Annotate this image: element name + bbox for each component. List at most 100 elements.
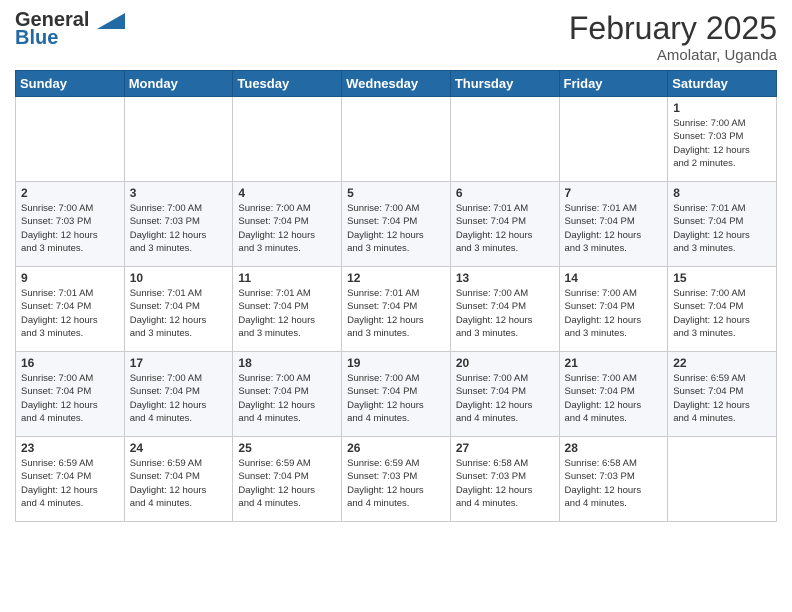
- calendar-cell-2-6: 15Sunrise: 7:00 AM Sunset: 7:04 PM Dayli…: [668, 267, 777, 352]
- week-row-3: 16Sunrise: 7:00 AM Sunset: 7:04 PM Dayli…: [16, 352, 777, 437]
- calendar: Sunday Monday Tuesday Wednesday Thursday…: [15, 70, 777, 522]
- location: Amolatar, Uganda: [569, 47, 777, 64]
- month-title: February 2025: [569, 10, 777, 47]
- calendar-cell-2-4: 13 Sunrise: 7:00 AM Sunset: 7:04 PM Dayli…: [450, 267, 559, 352]
- day-number: 22: [673, 356, 771, 370]
- calendar-cell-1-2: 4 Sunrise: 7:00 AM Sunset: 7:04 PM Daylig…: [233, 182, 342, 267]
- calendar-cell-0-6: 1Sunrise: 7:00 AM Sunset: 7:03 PM Daylig…: [668, 97, 777, 182]
- day-number: 8: [673, 186, 771, 200]
- day-info: Sunrise: 6:58 AM Sunset: 7:03 PM Dayligh…: [456, 457, 554, 510]
- header-wednesday: Wednesday: [342, 71, 451, 97]
- day-info: Sunrise: 6:59 AM Sunset: 7:04 PM Dayligh…: [130, 457, 228, 510]
- calendar-cell-1-0: 2 Sunrise: 7:00 AM Sunset: 7:03 PM Daylig…: [16, 182, 125, 267]
- header-thursday: Thursday: [450, 71, 559, 97]
- day-number: 2: [21, 186, 119, 200]
- calendar-cell-1-4: 6 Sunrise: 7:01 AM Sunset: 7:04 PM Daylig…: [450, 182, 559, 267]
- day-info: Sunrise: 7:00 AM Sunset: 7:03 PM Dayligh…: [130, 202, 228, 255]
- logo-blue-text: Blue: [15, 28, 58, 48]
- day-info: Sunrise: 7:01 AM Sunset: 7:04 PM Dayligh…: [565, 202, 663, 255]
- day-number: 7: [565, 186, 663, 200]
- day-info: Sunrise: 7:00 AM Sunset: 7:04 PM Dayligh…: [565, 287, 663, 340]
- calendar-cell-4-1: 24 Sunrise: 6:59 AM Sunset: 7:04 PM Dayli…: [124, 437, 233, 522]
- day-info: Sunrise: 7:00 AM Sunset: 7:04 PM Dayligh…: [347, 202, 445, 255]
- day-info: Sunrise: 7:00 AM Sunset: 7:04 PM Dayligh…: [238, 372, 336, 425]
- day-info: Sunrise: 7:00 AM Sunset: 7:04 PM Dayligh…: [456, 372, 554, 425]
- day-info: Sunrise: 7:01 AM Sunset: 7:04 PM Dayligh…: [130, 287, 228, 340]
- day-number: 6: [456, 186, 554, 200]
- calendar-cell-0-5: [559, 97, 668, 182]
- day-number: 21: [565, 356, 663, 370]
- calendar-cell-1-6: 8 Sunrise: 7:01 AM Sunset: 7:04 PM Daylig…: [668, 182, 777, 267]
- day-info: Sunrise: 7:00 AM Sunset: 7:04 PM Dayligh…: [347, 372, 445, 425]
- logo-icon: [97, 13, 125, 29]
- calendar-cell-0-0: [16, 97, 125, 182]
- calendar-cell-3-5: 21 Sunrise: 7:00 AM Sunset: 7:04 PM Dayli…: [559, 352, 668, 437]
- calendar-cell-3-1: 17 Sunrise: 7:00 AM Sunset: 7:04 PM Dayli…: [124, 352, 233, 437]
- day-number: 11: [238, 271, 336, 285]
- calendar-cell-1-1: 3Sunrise: 7:00 AM Sunset: 7:03 PM Daylig…: [124, 182, 233, 267]
- day-number: 20: [456, 356, 554, 370]
- day-info: Sunrise: 7:00 AM Sunset: 7:04 PM Dayligh…: [456, 287, 554, 340]
- day-info: Sunrise: 7:01 AM Sunset: 7:04 PM Dayligh…: [21, 287, 119, 340]
- day-info: Sunrise: 7:00 AM Sunset: 7:04 PM Dayligh…: [21, 372, 119, 425]
- day-info: Sunrise: 6:59 AM Sunset: 7:04 PM Dayligh…: [673, 372, 771, 425]
- calendar-cell-3-0: 16Sunrise: 7:00 AM Sunset: 7:04 PM Dayli…: [16, 352, 125, 437]
- day-info: Sunrise: 7:00 AM Sunset: 7:03 PM Dayligh…: [21, 202, 119, 255]
- day-number: 19: [347, 356, 445, 370]
- week-row-1: 2 Sunrise: 7:00 AM Sunset: 7:03 PM Daylig…: [16, 182, 777, 267]
- header-sunday: Sunday: [16, 71, 125, 97]
- day-number: 24: [130, 441, 228, 455]
- day-number: 26: [347, 441, 445, 455]
- calendar-cell-4-3: 26 Sunrise: 6:59 AM Sunset: 7:03 PM Dayli…: [342, 437, 451, 522]
- calendar-cell-4-0: 23Sunrise: 6:59 AM Sunset: 7:04 PM Dayli…: [16, 437, 125, 522]
- header-friday: Friday: [559, 71, 668, 97]
- day-number: 18: [238, 356, 336, 370]
- day-number: 10: [130, 271, 228, 285]
- calendar-cell-0-1: [124, 97, 233, 182]
- header: General Blue February 2025 Amolatar, Uga…: [15, 10, 777, 64]
- calendar-cell-0-3: [342, 97, 451, 182]
- week-row-0: 1Sunrise: 7:00 AM Sunset: 7:03 PM Daylig…: [16, 97, 777, 182]
- calendar-cell-3-4: 20 Sunrise: 7:00 AM Sunset: 7:04 PM Dayli…: [450, 352, 559, 437]
- page: General Blue February 2025 Amolatar, Uga…: [0, 0, 792, 537]
- calendar-cell-1-5: 7 Sunrise: 7:01 AM Sunset: 7:04 PM Daylig…: [559, 182, 668, 267]
- day-info: Sunrise: 7:01 AM Sunset: 7:04 PM Dayligh…: [347, 287, 445, 340]
- day-number: 28: [565, 441, 663, 455]
- calendar-cell-3-2: 18 Sunrise: 7:00 AM Sunset: 7:04 PM Dayli…: [233, 352, 342, 437]
- day-info: Sunrise: 7:00 AM Sunset: 7:03 PM Dayligh…: [673, 117, 771, 170]
- calendar-cell-0-2: [233, 97, 342, 182]
- calendar-cell-2-3: 12Sunrise: 7:01 AM Sunset: 7:04 PM Dayli…: [342, 267, 451, 352]
- calendar-cell-2-5: 14Sunrise: 7:00 AM Sunset: 7:04 PM Dayli…: [559, 267, 668, 352]
- day-info: Sunrise: 7:00 AM Sunset: 7:04 PM Dayligh…: [565, 372, 663, 425]
- day-number: 25: [238, 441, 336, 455]
- day-info: Sunrise: 7:01 AM Sunset: 7:04 PM Dayligh…: [238, 287, 336, 340]
- day-info: Sunrise: 7:01 AM Sunset: 7:04 PM Dayligh…: [673, 202, 771, 255]
- day-info: Sunrise: 7:00 AM Sunset: 7:04 PM Dayligh…: [130, 372, 228, 425]
- day-number: 27: [456, 441, 554, 455]
- day-info: Sunrise: 7:00 AM Sunset: 7:04 PM Dayligh…: [238, 202, 336, 255]
- day-info: Sunrise: 6:59 AM Sunset: 7:03 PM Dayligh…: [347, 457, 445, 510]
- calendar-cell-2-0: 9 Sunrise: 7:01 AM Sunset: 7:04 PM Daylig…: [16, 267, 125, 352]
- header-monday: Monday: [124, 71, 233, 97]
- calendar-cell-4-2: 25Sunrise: 6:59 AM Sunset: 7:04 PM Dayli…: [233, 437, 342, 522]
- calendar-cell-4-5: 28Sunrise: 6:58 AM Sunset: 7:03 PM Dayli…: [559, 437, 668, 522]
- logo: General Blue: [15, 10, 125, 48]
- calendar-header-row: Sunday Monday Tuesday Wednesday Thursday…: [16, 71, 777, 97]
- day-number: 15: [673, 271, 771, 285]
- day-number: 5: [347, 186, 445, 200]
- day-number: 17: [130, 356, 228, 370]
- day-info: Sunrise: 7:01 AM Sunset: 7:04 PM Dayligh…: [456, 202, 554, 255]
- calendar-cell-2-2: 11 Sunrise: 7:01 AM Sunset: 7:04 PM Dayli…: [233, 267, 342, 352]
- day-number: 13: [456, 271, 554, 285]
- calendar-cell-0-4: [450, 97, 559, 182]
- calendar-cell-3-6: 22 Sunrise: 6:59 AM Sunset: 7:04 PM Dayli…: [668, 352, 777, 437]
- calendar-cell-4-4: 27 Sunrise: 6:58 AM Sunset: 7:03 PM Dayli…: [450, 437, 559, 522]
- calendar-cell-4-6: [668, 437, 777, 522]
- day-number: 4: [238, 186, 336, 200]
- day-number: 9: [21, 271, 119, 285]
- header-saturday: Saturday: [668, 71, 777, 97]
- header-tuesday: Tuesday: [233, 71, 342, 97]
- title-area: February 2025 Amolatar, Uganda: [569, 10, 777, 64]
- week-row-4: 23Sunrise: 6:59 AM Sunset: 7:04 PM Dayli…: [16, 437, 777, 522]
- day-info: Sunrise: 6:59 AM Sunset: 7:04 PM Dayligh…: [21, 457, 119, 510]
